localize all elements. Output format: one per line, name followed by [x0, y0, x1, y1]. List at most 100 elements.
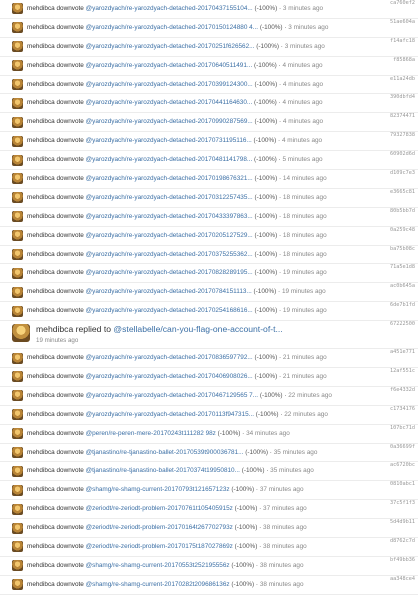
vote-target-link[interactable]: @shamg/re-shamg-current-20170793t1216571… [86, 486, 230, 493]
vote-target-link[interactable]: @yarozdyach/re-yarozdyach-detached-20170… [86, 194, 253, 201]
transaction-hash[interactable]: 0a259c48 [390, 227, 415, 233]
transaction-hash[interactable]: f85868a [393, 57, 415, 63]
transaction-hash[interactable]: 0a36699f [390, 444, 415, 450]
user-avatar[interactable] [12, 560, 23, 572]
vote-user[interactable]: mehdibca [27, 524, 55, 531]
user-avatar[interactable] [12, 173, 23, 185]
vote-user[interactable]: mehdibca [27, 194, 55, 201]
vote-target-link[interactable]: @yarozdyach/re-yarozdyach-detached-20170… [86, 99, 253, 106]
user-avatar[interactable] [12, 97, 23, 109]
vote-user[interactable]: mehdibca [27, 81, 55, 88]
user-avatar[interactable] [12, 22, 23, 34]
user-avatar[interactable] [12, 286, 23, 298]
vote-target-link[interactable]: @yarozdyach/re-yarozdyach-detached-20170… [86, 213, 253, 220]
vote-target-link[interactable]: @yarozdyach/re-yarozdyach-detached-20170… [86, 62, 253, 69]
user-avatar[interactable] [12, 579, 23, 591]
vote-user[interactable]: mehdibca [27, 543, 55, 550]
vote-target-link[interactable]: @yarozdyach/re-yarozdyach-detached-20170… [86, 24, 258, 31]
user-avatar[interactable] [12, 249, 23, 261]
reply-target-link[interactable]: @stellabelle/can-you-flag-one-account-of… [113, 324, 282, 334]
vote-target-link[interactable]: @yarozdyach/re-yarozdyach-detached-20170… [86, 81, 253, 88]
user-avatar[interactable] [12, 390, 23, 402]
vote-target-link[interactable]: @yarozdyach/re-yarozdyach-detached-20170… [86, 354, 253, 361]
user-avatar[interactable] [12, 305, 23, 317]
vote-user[interactable]: mehdibca [27, 24, 55, 31]
vote-user[interactable]: mehdibca [27, 62, 55, 69]
vote-target-link[interactable]: @yarozdyach/re-yarozdyach-detached-20170… [86, 392, 258, 399]
user-avatar[interactable] [12, 230, 23, 242]
vote-user[interactable]: mehdibca [27, 392, 55, 399]
transaction-hash[interactable]: bf49bb36 [390, 557, 415, 563]
vote-target-link[interactable]: @yarozdyach/re-yarozdyach-detached-20170… [86, 118, 253, 125]
user-avatar[interactable] [12, 116, 23, 128]
vote-user[interactable]: mehdibca [27, 156, 55, 163]
vote-target-link[interactable]: @yarozdyach/re-yarozdyach-detached-20170… [86, 411, 254, 418]
vote-target-link[interactable]: @tjanastino/re-tjanastino-ballet-2017053… [86, 449, 244, 456]
user-avatar[interactable] [12, 409, 23, 421]
user-avatar[interactable] [12, 324, 30, 343]
vote-user[interactable]: mehdibca [27, 411, 55, 418]
transaction-hash[interactable]: 67222500 [390, 321, 415, 327]
transaction-hash[interactable]: 6de7b1fd [390, 302, 415, 308]
user-avatar[interactable] [12, 503, 23, 515]
transaction-hash[interactable]: f14afc18 [390, 38, 415, 44]
transaction-hash[interactable]: f6e4332d [390, 387, 415, 393]
vote-target-link[interactable]: @zeriodt/re-zeriodt-problem-20170175t187… [86, 543, 233, 550]
transaction-hash[interactable]: a451e771 [390, 349, 415, 355]
user-avatar[interactable] [12, 211, 23, 223]
transaction-hash[interactable]: 51ae604a [390, 19, 415, 25]
vote-user[interactable]: mehdibca [27, 307, 55, 314]
user-avatar[interactable] [12, 267, 23, 279]
user-avatar[interactable] [12, 371, 23, 383]
transaction-hash[interactable]: 79327838 [390, 132, 415, 138]
vote-target-link[interactable]: @yarozdyach/re-yarozdyach-detached-20170… [86, 307, 253, 314]
transaction-hash[interactable]: d109c7e3 [390, 170, 415, 176]
user-avatar[interactable] [12, 541, 23, 553]
user-avatar[interactable] [12, 135, 23, 147]
transaction-hash[interactable]: 71a5e1d8 [390, 264, 415, 270]
user-avatar[interactable] [12, 79, 23, 90]
user-avatar[interactable] [12, 352, 23, 364]
vote-target-link[interactable]: @yarozdyach/re-yarozdyach-detached-20170… [86, 156, 253, 163]
vote-target-link[interactable]: @shamg/re-shamg-current-20170553t2521955… [86, 562, 230, 569]
vote-user[interactable]: mehdibca [27, 137, 55, 144]
transaction-hash[interactable]: 82374471 [390, 113, 415, 119]
transaction-hash[interactable]: 107bc71d [390, 425, 415, 431]
transaction-hash[interactable]: 0810abc1 [390, 481, 415, 487]
transaction-hash[interactable]: 80b5bb7d [390, 208, 415, 214]
vote-user[interactable]: mehdibca [27, 232, 55, 239]
user-avatar[interactable] [12, 154, 23, 166]
transaction-hash[interactable]: ba75b08c [390, 246, 415, 252]
vote-target-link[interactable]: @yarozdyach/re-yarozdyach-detached-20170… [86, 251, 253, 258]
vote-target-link[interactable]: @yarozdyach/re-yarozdyach-detached-20170… [86, 269, 253, 276]
transaction-hash[interactable]: aa348ce4 [390, 576, 415, 582]
vote-user[interactable]: mehdibca [27, 118, 55, 125]
vote-user[interactable]: mehdibca [27, 251, 55, 258]
vote-target-link[interactable]: @yarozdyach/re-yarozdyach-detached-20170… [86, 175, 253, 182]
vote-user[interactable]: mehdibca [27, 213, 55, 220]
vote-user[interactable]: mehdibca [27, 373, 55, 380]
vote-user[interactable]: mehdibca [27, 505, 55, 512]
vote-target-link[interactable]: @yarozdyach/re-yarozdyach-detached-20170… [86, 5, 253, 12]
transaction-hash[interactable]: 5d4d9b11 [390, 519, 415, 525]
user-avatar[interactable] [12, 41, 23, 53]
user-avatar[interactable] [12, 447, 23, 459]
transaction-hash[interactable]: 37c5f1f3 [390, 500, 415, 506]
vote-user[interactable]: mehdibca [27, 5, 55, 12]
vote-user[interactable]: mehdibca [27, 430, 55, 437]
transaction-hash[interactable]: c1734176 [390, 406, 415, 412]
vote-user[interactable]: mehdibca [27, 449, 55, 456]
vote-target-link[interactable]: @yarozdyach/re-yarozdyach-detached-20170… [86, 373, 253, 380]
user-avatar[interactable] [12, 3, 23, 15]
vote-user[interactable]: mehdibca [27, 562, 55, 569]
transaction-hash[interactable]: 60902d6d [390, 151, 415, 157]
vote-user[interactable]: mehdibca [27, 288, 55, 295]
vote-target-link[interactable]: @tjanastino/re-tjanastino-ballet-2017037… [86, 467, 240, 474]
vote-user[interactable]: mehdibca [27, 175, 55, 182]
transaction-hash[interactable]: d8762c7d [390, 538, 415, 544]
vote-target-link[interactable]: @zeriodt/re-zeriodt-problem-20170164t267… [86, 524, 233, 531]
vote-target-link[interactable]: @peren/re-peren-mere-20170243t111282 98z [86, 430, 216, 437]
vote-user[interactable]: mehdibca [27, 354, 55, 361]
reply-user[interactable]: mehdibca [36, 324, 73, 334]
vote-target-link[interactable]: @yarozdyach/re-yarozdyach-detached-20170… [86, 137, 252, 144]
